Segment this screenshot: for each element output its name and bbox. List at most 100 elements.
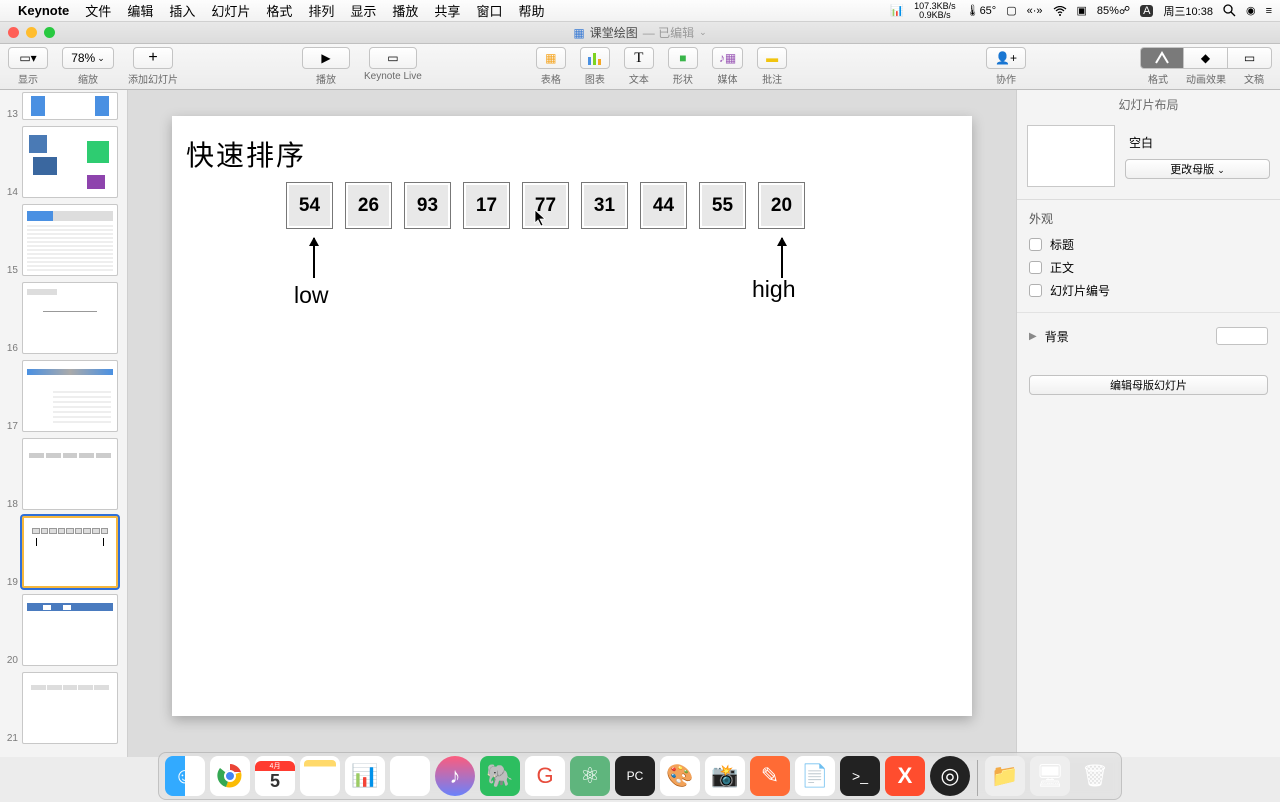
spotlight-icon[interactable] [1223, 4, 1236, 17]
disclosure-triangle-icon[interactable]: ▶ [1029, 331, 1037, 342]
array-cell[interactable]: 26 [345, 182, 392, 229]
slide-thumbnail[interactable] [22, 204, 118, 276]
media-button[interactable]: ♪▦ 媒体 [712, 47, 743, 86]
siri-icon[interactable]: ◉ [1246, 4, 1256, 17]
body-checkbox-row[interactable]: 正文 [1017, 256, 1280, 279]
menu-share[interactable]: 共享 [434, 1, 460, 20]
dock-cleaner[interactable]: ✎ [750, 756, 790, 796]
dock-paint[interactable]: 🎨 [660, 756, 700, 796]
dock-screenshot[interactable]: 📸 [705, 756, 745, 796]
minimize-window[interactable] [26, 27, 37, 38]
array-cell[interactable]: 54 [286, 182, 333, 229]
slide-thumbnail[interactable] [22, 92, 118, 120]
menu-help[interactable]: 帮助 [518, 1, 544, 20]
slide-thumbnail-selected[interactable] [22, 516, 118, 588]
menu-insert[interactable]: 插入 [169, 1, 195, 20]
slide-thumbnail[interactable] [22, 438, 118, 510]
add-slide-button[interactable]: + 添加幻灯片 [128, 47, 178, 86]
input-source[interactable]: A [1140, 5, 1153, 17]
checkbox[interactable] [1029, 284, 1042, 297]
array-cell[interactable]: 55 [699, 182, 746, 229]
menu-window[interactable]: 窗口 [476, 1, 502, 20]
master-thumbnail[interactable] [1027, 125, 1115, 187]
airplay-icon[interactable]: ▣ [1077, 4, 1087, 17]
zoom-select[interactable]: 78% ⌄ 缩放 [62, 47, 114, 86]
stats-icon[interactable]: 📊 [890, 4, 904, 17]
dock-app[interactable]: 🗂 [390, 756, 430, 796]
keynote-live-button[interactable]: ▭ Keynote Live [364, 47, 422, 82]
array-cell[interactable]: 31 [581, 182, 628, 229]
table-button[interactable]: ▦ 表格 [536, 47, 566, 86]
dock-evernote[interactable]: 🐘 [480, 756, 520, 796]
dock-numbers[interactable]: 📊 [345, 756, 385, 796]
dock-obs[interactable]: ◎ [930, 756, 970, 796]
view-button[interactable]: ▭▾ 显示 [8, 47, 48, 86]
edit-master-button[interactable]: 编辑母版幻灯片 [1029, 375, 1268, 395]
format-tab[interactable] [1140, 47, 1184, 69]
menu-file[interactable]: 文件 [85, 1, 111, 20]
menu-arrange[interactable]: 排列 [308, 1, 334, 20]
menu-format[interactable]: 格式 [266, 1, 292, 20]
slide-thumbnail[interactable] [22, 594, 118, 666]
menu-slide[interactable]: 幻灯片 [211, 1, 250, 20]
dock-trash[interactable]: 🗑 [1075, 756, 1115, 796]
change-master-button[interactable]: 更改母版 ⌄ [1125, 159, 1270, 179]
animate-tab[interactable]: ◆ [1184, 47, 1228, 69]
collaborate-button[interactable]: 👤+ 协作 [986, 47, 1026, 86]
slide[interactable]: 快速排序 54 26 93 17 77 31 44 55 20 low high [172, 116, 972, 716]
clock[interactable]: 周三10:38 [1163, 3, 1213, 19]
notification-center-icon[interactable]: ≡ [1266, 5, 1272, 17]
slide-title[interactable]: 快速排序 [186, 134, 306, 174]
dock-wps[interactable]: G [525, 756, 565, 796]
menu-edit[interactable]: 编辑 [127, 1, 153, 20]
high-label[interactable]: high [752, 276, 795, 303]
background-color-well[interactable] [1216, 327, 1268, 345]
dock-calendar[interactable]: 4月5 [255, 756, 295, 796]
play-button[interactable]: ▶ 播放 [302, 47, 350, 86]
shape-button[interactable]: ■ 形状 [668, 47, 698, 86]
dock-notes[interactable] [300, 756, 340, 796]
dock-folder[interactable]: 📁 [985, 756, 1025, 796]
dock-textedit[interactable]: 📄 [795, 756, 835, 796]
sync-icon[interactable]: «·» [1027, 5, 1043, 17]
slide-thumbnail[interactable] [22, 360, 118, 432]
high-arrow[interactable] [781, 238, 783, 278]
array-cell[interactable]: 77 [522, 182, 569, 229]
slide-thumbnail[interactable] [22, 282, 118, 354]
dock-recent[interactable]: 🖥 [1030, 756, 1070, 796]
slide-thumbnail[interactable] [22, 672, 118, 744]
dock-finder[interactable]: ☺ [165, 756, 205, 796]
document-tab[interactable]: ▭ [1228, 47, 1272, 69]
array-cell[interactable]: 93 [404, 182, 451, 229]
dock-chrome[interactable] [210, 756, 250, 796]
zoom-window[interactable] [44, 27, 55, 38]
wifi-icon[interactable] [1053, 6, 1067, 16]
dock-terminal[interactable]: >_ [840, 756, 880, 796]
slidenum-checkbox-row[interactable]: 幻灯片编号 [1017, 279, 1280, 302]
menu-view[interactable]: 显示 [350, 1, 376, 20]
dock-pycharm[interactable]: PC [615, 756, 655, 796]
display-icon[interactable]: ▢ [1006, 4, 1016, 17]
low-arrow[interactable] [313, 238, 315, 278]
canvas[interactable]: 快速排序 54 26 93 17 77 31 44 55 20 low high [128, 90, 1016, 757]
close-window[interactable] [8, 27, 19, 38]
title-checkbox-row[interactable]: 标题 [1017, 233, 1280, 256]
low-label[interactable]: low [294, 282, 329, 309]
chart-button[interactable]: 图表 [580, 47, 610, 86]
text-button[interactable]: T 文本 [624, 47, 654, 86]
checkbox[interactable] [1029, 238, 1042, 251]
slide-navigator[interactable]: 13 14 15 16 17 18 19 20 21 [0, 90, 128, 757]
battery[interactable]: 85% ☍ [1097, 4, 1130, 17]
app-menu[interactable]: Keynote [18, 3, 69, 18]
dock-xmind[interactable]: X [885, 756, 925, 796]
dock-itunes[interactable]: ♪ [435, 756, 475, 796]
slide-thumbnail[interactable] [22, 126, 118, 198]
dock-atom[interactable]: ⚛ [570, 756, 610, 796]
menu-play[interactable]: 播放 [392, 1, 418, 20]
comment-button[interactable]: ▬ 批注 [757, 47, 787, 86]
title-chevron-icon[interactable]: ⌄ [699, 27, 707, 38]
checkbox[interactable] [1029, 261, 1042, 274]
array-cell[interactable]: 44 [640, 182, 687, 229]
array-cell[interactable]: 20 [758, 182, 805, 229]
array-cell[interactable]: 17 [463, 182, 510, 229]
